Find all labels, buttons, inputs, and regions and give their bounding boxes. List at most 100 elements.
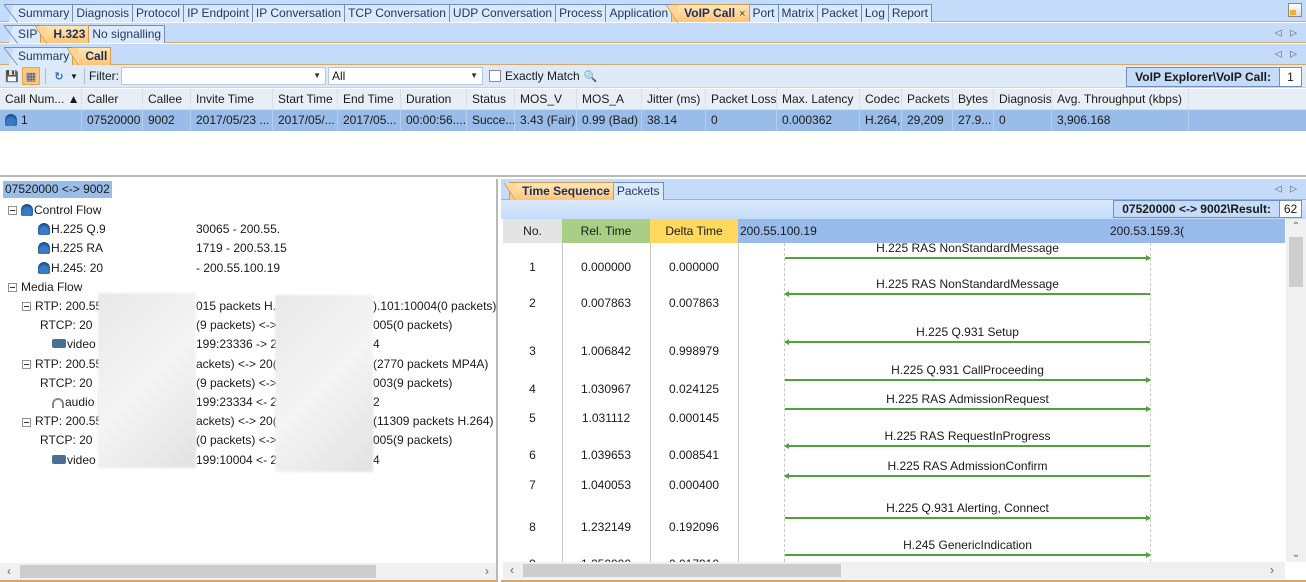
close-icon[interactable]: × — [739, 8, 745, 20]
tree-node-control-item[interactable]: H.225 Q.9 30065 - 200.55. — [38, 220, 280, 238]
column-header-mos-a[interactable]: MOS_A — [577, 89, 642, 109]
tab-matrix[interactable]: Matrix — [777, 4, 819, 22]
scroll-down-icon[interactable]: ⌄ — [1286, 549, 1306, 560]
collapse-icon[interactable] — [8, 206, 17, 216]
sequence-row[interactable]: 5 1.031112 0.000145 H.225 RAS AdmissionRequ… — [503, 392, 1285, 430]
tree-node-rtp[interactable]: RTP: 200.55 ackets) <-> 20((2770 packets … — [22, 355, 488, 373]
tab-port[interactable]: Port — [748, 4, 779, 22]
column-header-call-num[interactable]: Call Num... ▲ — [0, 89, 82, 109]
scrollbar-thumb[interactable] — [523, 564, 841, 577]
sequence-row[interactable]: 8 1.232149 0.192096 H.225 Q.931 Alerting, C… — [503, 501, 1285, 539]
chevron-down-icon[interactable]: ▼ — [313, 68, 321, 84]
tree-node-rtcp[interactable]: RTCP: 20 (0 packets) <-> 005(9 packets) — [40, 431, 452, 449]
tree-node-media-flow[interactable]: Media Flow — [8, 278, 82, 296]
column-header-bytes[interactable]: Bytes — [953, 89, 994, 109]
scroll-up-icon[interactable]: ⌃ — [1286, 221, 1306, 232]
column-header-max-latency[interactable]: Max. Latency — [777, 89, 860, 109]
horizontal-scrollbar[interactable]: ‹ › — [503, 562, 1285, 579]
column-header-packet-loss[interactable]: Packet Loss — [706, 89, 777, 109]
tab-log[interactable]: Log — [860, 4, 889, 22]
scope-select[interactable]: All ▼ — [328, 67, 483, 85]
column-header-start-time[interactable]: Start Time — [273, 89, 338, 109]
tree-node-control-item[interactable]: H.245: 20 - 200.55.100.19 — [38, 259, 280, 277]
sequence-row[interactable]: 2 0.007863 0.007863 H.225 RAS NonStandardMe… — [503, 277, 1285, 315]
tab-scroll-arrows[interactable]: ◁ ▷ — [1275, 49, 1300, 60]
collapse-icon[interactable] — [8, 283, 17, 293]
tab-h-323[interactable]: H.323 — [35, 25, 90, 44]
horizontal-scrollbar[interactable]: ‹ › — [0, 563, 496, 580]
tree-node-control-flow[interactable]: Control Flow — [8, 201, 101, 219]
scroll-right-icon[interactable]: › — [1265, 562, 1279, 579]
scrollbar-thumb[interactable] — [1289, 237, 1303, 287]
node-text-mid: 199:23336 -> 2( — [196, 337, 282, 352]
scrollbar-thumb[interactable] — [20, 565, 376, 578]
sequence-row[interactable]: 91.2500000.017910H.245 GenericIndication — [503, 538, 1285, 562]
tree-node-rtp[interactable]: RTP: 200.55 ackets) <-> 20((11309 packets… — [22, 412, 494, 430]
tab-process[interactable]: Process — [555, 4, 607, 22]
scroll-left-icon[interactable]: ‹ — [505, 562, 519, 579]
tree-node-stream[interactable]: video 199:23336 -> 2(4 — [52, 335, 380, 353]
column-header-jitter-ms[interactable]: Jitter (ms) — [642, 89, 706, 109]
header-no[interactable]: No. — [503, 219, 562, 243]
tab-summary[interactable]: Summary — [4, 4, 74, 23]
tab-scroll-arrows[interactable]: ◁ ▷ — [1275, 184, 1300, 195]
tree-node-stream[interactable]: audio 199:23334 <- 2 2 — [52, 393, 380, 411]
exactly-match-checkbox[interactable] — [489, 70, 501, 82]
tab-time-sequence[interactable]: Time Sequence — [504, 182, 614, 201]
table-row[interactable]: 1 07520000 9002 2017/05/23 ... 2017/05/... 20… — [0, 110, 1306, 131]
layout-options-icon[interactable] — [1288, 3, 1302, 17]
column-header-codec[interactable]: Codec — [860, 89, 902, 109]
tab-voip-call[interactable]: VoIP Call × — [666, 4, 750, 23]
save-icon[interactable]: 💾 — [3, 67, 21, 85]
tab-packets[interactable]: Packets — [612, 182, 664, 200]
tree-node-rtcp[interactable]: RTCP: 20 (9 packets) <-> 005(0 packets) — [40, 316, 452, 334]
search-icon[interactable]: 🔍 — [582, 67, 600, 85]
tab-no-signalling[interactable]: No signalling — [88, 25, 166, 43]
tab-protocol[interactable]: Protocol — [132, 4, 185, 22]
column-header-duration[interactable]: Duration — [401, 89, 467, 109]
tab-summary[interactable]: Summary — [4, 47, 74, 66]
chevron-down-icon[interactable]: ▼ — [470, 68, 478, 84]
tree-node-control-item[interactable]: H.225 RA 1719 - 200.53.15 — [38, 239, 287, 257]
sequence-row[interactable]: 1 0.000000 0.000000 H.225 RAS NonStandardMe… — [503, 243, 1285, 279]
tab-scroll-arrows[interactable]: ◁ ▷ — [1275, 27, 1300, 38]
tree-root[interactable]: 07520000 <-> 9002 — [3, 181, 112, 198]
tab-ip-endpoint[interactable]: IP Endpoint — [183, 4, 253, 22]
sequence-row[interactable]: 7 1.040053 0.000400 H.225 RAS AdmissionConf… — [503, 459, 1285, 497]
tab-application[interactable]: Application — [605, 4, 673, 22]
view-icon[interactable]: ▦ — [22, 67, 40, 85]
tab-call[interactable]: Call — [67, 47, 112, 66]
filter-input[interactable]: ▼ — [121, 67, 326, 85]
scroll-left-icon[interactable]: ‹ — [2, 563, 16, 580]
tab-packet[interactable]: Packet — [817, 4, 862, 22]
column-header-callee[interactable]: Callee — [143, 89, 191, 109]
tree-node-rtcp[interactable]: RTCP: 20 (9 packets) <-> 003(9 packets) — [40, 374, 452, 392]
sequence-tab-bar: Time Sequence Packets ◁ ▷ — [501, 179, 1306, 201]
collapse-icon[interactable] — [22, 302, 31, 312]
refresh-dropdown-icon[interactable]: ▼ — [69, 67, 79, 85]
tab-report[interactable]: Report — [887, 4, 932, 22]
tree-node-stream[interactable]: video 199:10004 <- 2(4 — [52, 451, 380, 469]
collapse-icon[interactable] — [22, 359, 31, 369]
tab-diagnosis[interactable]: Diagnosis — [72, 4, 134, 22]
sequence-row[interactable]: 3 1.006842 0.998979 H.225 Q.931 Setup — [503, 325, 1285, 363]
tab-udp-conversation[interactable]: UDP Conversation — [448, 4, 557, 22]
tab-tcp-conversation[interactable]: TCP Conversation — [344, 4, 450, 22]
column-header-caller[interactable]: Caller — [82, 89, 143, 109]
vertical-scrollbar[interactable]: ⌃ ⌄ — [1286, 219, 1306, 562]
column-header-invite-time[interactable]: Invite Time — [191, 89, 273, 109]
column-header-mos-v[interactable]: MOS_V — [515, 89, 577, 109]
scroll-right-icon[interactable]: › — [480, 563, 494, 580]
header-rel-time[interactable]: Rel. Time — [562, 219, 650, 243]
node-text-right: (11309 packets H.264) — [373, 414, 494, 429]
refresh-icon[interactable]: ↻ — [50, 67, 68, 85]
tab-ip-conversation[interactable]: IP Conversation — [251, 4, 346, 22]
column-header-status[interactable]: Status — [467, 89, 515, 109]
column-header-diagnosis[interactable]: Diagnosis — [994, 89, 1052, 109]
header-delta-time[interactable]: Delta Time — [650, 219, 738, 243]
column-header-avg-throughput-kbps[interactable]: Avg. Throughput (kbps) — [1052, 89, 1189, 109]
column-header-end-time[interactable]: End Time — [338, 89, 401, 109]
column-header-packets[interactable]: Packets — [902, 89, 953, 109]
collapse-icon[interactable] — [22, 417, 31, 427]
tree-node-rtp[interactable]: RTP: 200.55 015 packets H.2).101:10004(0 … — [22, 297, 496, 315]
